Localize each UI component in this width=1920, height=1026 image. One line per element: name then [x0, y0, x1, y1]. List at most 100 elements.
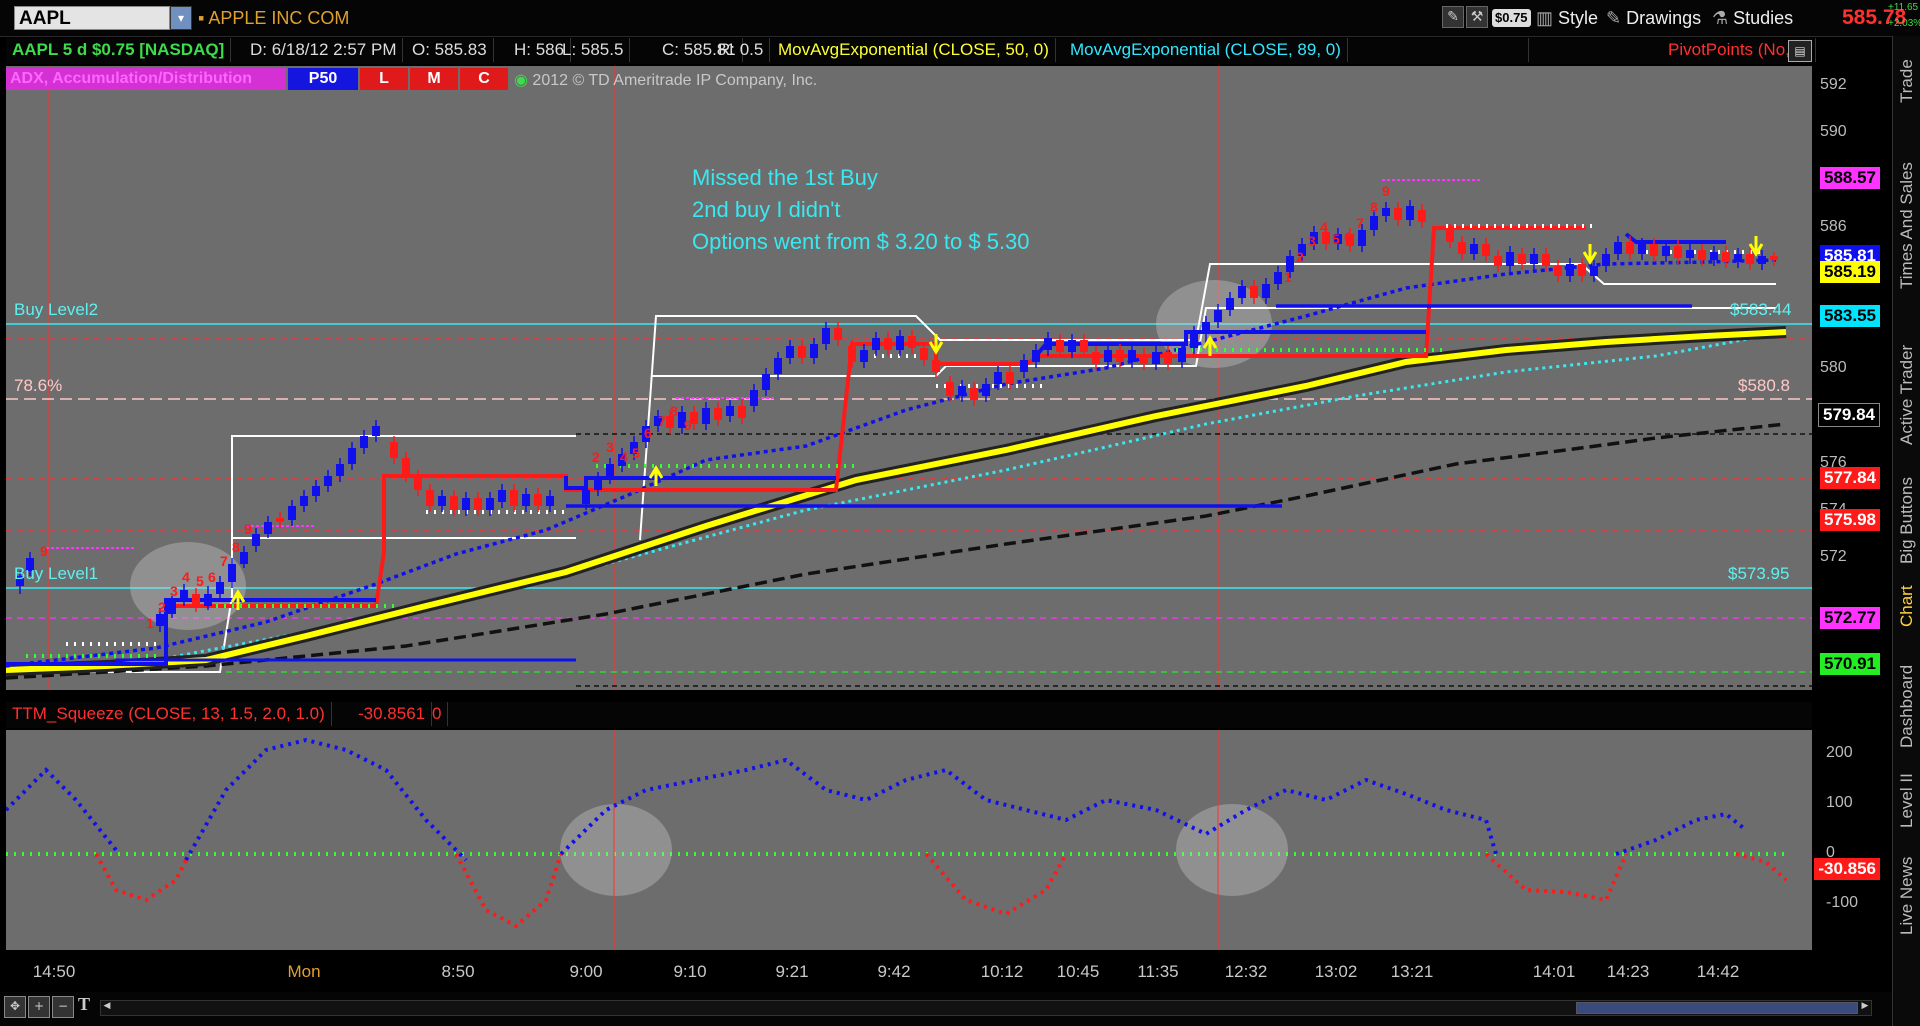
stop-line-red	[166, 226, 1586, 608]
time-axis-label: Mon	[287, 962, 321, 981]
time-axis-label: 9:10	[673, 962, 707, 981]
symbol-input[interactable]: AAPL	[14, 6, 170, 30]
quote-chip[interactable]: $0.75	[1492, 9, 1531, 27]
drawings-button[interactable]: ✎ Drawings	[1606, 6, 1701, 30]
sell-arrow-icon	[928, 334, 944, 355]
candle-body	[1274, 272, 1282, 284]
candle-body	[982, 384, 990, 396]
chart-settings-icon[interactable]: ▤	[1788, 40, 1812, 62]
squeeze-momentum-down	[1484, 852, 1628, 903]
candle-body	[920, 348, 928, 360]
candle-body	[1178, 348, 1186, 362]
candle-body	[1530, 254, 1538, 264]
draw-tool-icon[interactable]: ✎	[1442, 6, 1464, 28]
candle-body	[390, 442, 398, 458]
sidebar-tab[interactable]: Level II	[1893, 766, 1920, 836]
studies-icon: ⚗	[1712, 8, 1734, 28]
time-axis-label: 13:02	[1314, 962, 1358, 981]
sell-arrow-icon	[1582, 244, 1598, 265]
sidebar-tab[interactable]: Live News	[1893, 846, 1920, 946]
studies-button[interactable]: ⚗ Studies	[1712, 6, 1793, 30]
wrench-icon[interactable]: ⚒	[1466, 6, 1488, 28]
time-axis-label: 10:45	[1056, 962, 1100, 981]
trade-note-line1: Missed the 1st Buy	[692, 165, 878, 190]
time-axis[interactable]: 14:50 Mon 8:50 9:00 9:10 9:21 9:42 10:12 10:45 11…	[0, 952, 1892, 992]
price-chart[interactable]: 123456789923456789123456789 ADX, Accumul…	[6, 66, 1812, 690]
squeeze-chart-canvas[interactable]	[6, 730, 1812, 950]
zoom-in-icon[interactable]: +	[28, 996, 50, 1018]
scrollbar-thumb[interactable]	[1576, 1002, 1858, 1014]
top-toolbar: AAPL ▾ ▪ APPLE INC COM ✎ ⚒ $0.75 ▥ Style…	[0, 0, 1920, 37]
fib-level-label: 78.6%	[14, 376, 63, 395]
m-label[interactable]: M	[410, 68, 458, 90]
count-number: 2	[592, 449, 600, 465]
squeeze-axis-label: 200	[1826, 744, 1853, 761]
style-button[interactable]: ▥ Style	[1536, 6, 1598, 30]
price-chart-canvas[interactable]: 1234 5 67899234 5678912345 6789	[6, 66, 1812, 690]
drawings-label: Drawings	[1626, 8, 1702, 28]
candle-body	[1446, 230, 1454, 242]
text-tool-icon[interactable]: T	[78, 994, 90, 1015]
count-number: 9	[1382, 183, 1390, 199]
sidebar-tab[interactable]: Active Trader	[1893, 330, 1920, 460]
candle-body	[1734, 254, 1742, 262]
sidebar-tab[interactable]: Chart	[1893, 576, 1920, 636]
squeeze-momentum-up	[184, 737, 468, 862]
squeeze-momentum-down	[454, 853, 563, 929]
candle-body	[1758, 256, 1766, 264]
symbol-dropdown-button[interactable]: ▾	[170, 6, 192, 30]
study-ema89[interactable]: MovAvgExponential (CLOSE, 89, 0)	[1064, 38, 1348, 62]
candle-body	[156, 614, 164, 626]
l-label[interactable]: L	[360, 68, 408, 90]
squeeze-axis-label: 100	[1826, 794, 1853, 811]
study-ema50[interactable]: MovAvgExponential (CLOSE, 50, 0)	[772, 38, 1056, 62]
candle-body	[1418, 210, 1426, 222]
candle-body	[240, 552, 248, 564]
candle-body	[336, 464, 344, 476]
candle-body	[1482, 244, 1490, 256]
candle-body	[932, 360, 940, 372]
squeeze-chart[interactable]	[6, 730, 1812, 950]
candle-body	[884, 338, 892, 350]
p50-label[interactable]: P50	[288, 68, 358, 90]
scrollbar-track[interactable]: ◀ ▶	[100, 1000, 1872, 1016]
candle-body	[582, 490, 590, 504]
price-axis[interactable]: 592590588586584582580578576574572588.575…	[1812, 66, 1892, 690]
count-number: 6	[208, 569, 216, 585]
count-number: 7	[220, 553, 228, 569]
scroll-right-icon[interactable]: ▶	[1859, 1001, 1871, 1013]
level-573-label: $573.95	[1728, 564, 1790, 583]
pencil-icon: ✎	[1606, 8, 1627, 28]
candle-body	[510, 490, 518, 506]
ad-indicator-label[interactable]: ADX, Accumulation/Distribution	[6, 68, 286, 90]
candle-body	[1202, 322, 1210, 334]
time-axis-label: 10:12	[980, 962, 1024, 981]
candle-body	[1518, 254, 1526, 264]
candle-body	[958, 386, 966, 396]
candle-body	[1020, 360, 1028, 372]
pan-icon[interactable]: ✥	[4, 996, 26, 1018]
candle-body	[1140, 354, 1148, 364]
count-number: 3	[606, 439, 614, 455]
style-icon: ▥	[1536, 8, 1559, 28]
candle-body	[288, 506, 296, 520]
squeeze-zero: 0	[426, 702, 449, 726]
count-number: 6	[1344, 229, 1352, 245]
candle-body	[594, 478, 602, 490]
candle-body	[426, 490, 434, 506]
price-tag: 583.55	[1820, 305, 1880, 327]
sidebar-tab[interactable]: Dashboard	[1893, 656, 1920, 756]
scroll-left-icon[interactable]: ◀	[101, 1001, 113, 1013]
sidebar-tab[interactable]: Trade	[1893, 46, 1920, 116]
candle-body	[1578, 264, 1586, 276]
study-hidden	[1356, 38, 1529, 62]
zoom-out-icon[interactable]: −	[52, 996, 74, 1018]
count-number: 4	[1320, 219, 1328, 235]
c-label[interactable]: C	[460, 68, 508, 90]
sidebar-tab[interactable]: Times And Sales	[1893, 136, 1920, 316]
candle-body	[312, 486, 320, 496]
company-label: APPLE INC COM	[208, 8, 350, 28]
sidebar-tab[interactable]: Big Buttons	[1893, 466, 1920, 576]
squeeze-title[interactable]: TTM_Squeeze (CLOSE, 13, 1.5, 2.0, 1.0)	[6, 702, 332, 726]
candle-body	[1128, 350, 1136, 362]
